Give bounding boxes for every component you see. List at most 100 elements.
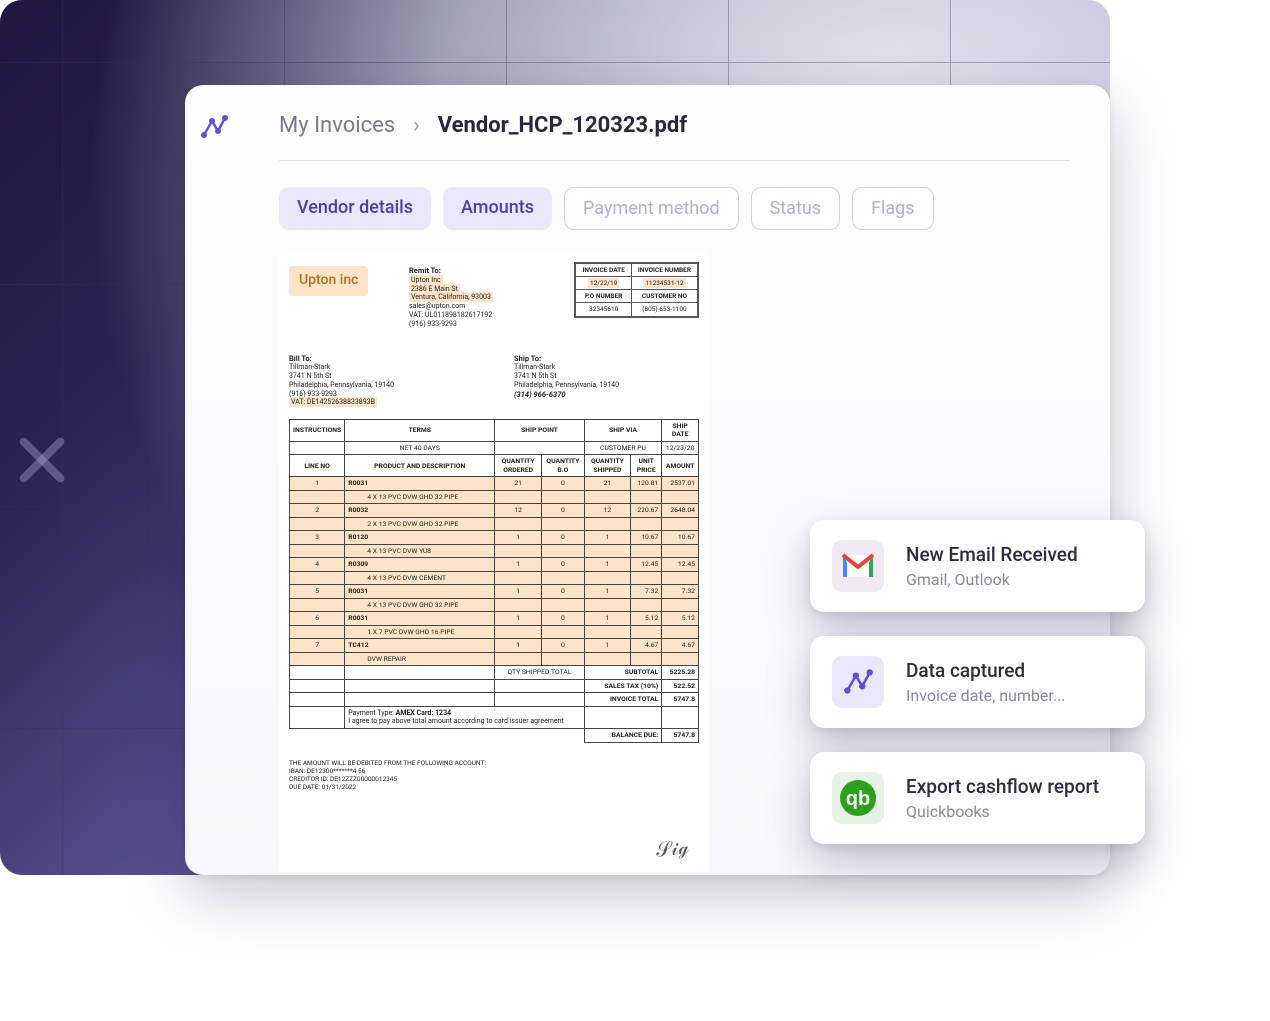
signature-icon: 𝒮𝒾ℊ [655, 835, 690, 863]
th-terms: TERMS [345, 420, 495, 442]
breadcrumb-current: Vendor_HCP_120323.pdf [438, 113, 687, 138]
foot-l4: DUE DATE: 01/31/2022 [289, 783, 356, 791]
th-qbo: QUANTITY B.O [542, 455, 585, 477]
ship-label: Ship To: [514, 354, 541, 363]
table-row: 7TC4121014.674.67 [290, 639, 699, 652]
th-qship: QUANTITY SHIPPED [584, 455, 630, 477]
ship-phone: (314) 966-6370 [514, 390, 566, 399]
card-data-captured[interactable]: Data captured Invoice date, number... [810, 636, 1145, 728]
table-row-desc: 1 X 7 PVC DVW GHD 16 PIPE [290, 625, 699, 638]
gmail-icon [832, 540, 884, 592]
remit-email: sales@upton.com [409, 302, 465, 310]
tabs: Vendor details Amounts Payment method St… [279, 187, 1070, 230]
lbl-po: P.O NUMBER [576, 290, 631, 303]
card-email-sub: Gmail, Outlook [906, 570, 1078, 589]
qty-ship-total-lbl: QTY SHIPPED TOTAL [495, 666, 584, 679]
bill-label: Bill To: [289, 354, 312, 363]
tax-lbl: SALES TAX (10%) [604, 682, 658, 690]
breadcrumb-root[interactable]: My Invoices [279, 113, 395, 138]
payment-agree: I agree to pay above total amount accord… [348, 717, 564, 725]
ship-to-block: Ship To: Tillman-Stark 3741 N 5th St Phi… [514, 354, 619, 408]
val-shipdate: 12/23/20 [662, 441, 699, 454]
network-icon [832, 656, 884, 708]
val-shipvia: CUSTOMER PU [584, 441, 662, 454]
card-export-sub: Quickbooks [906, 802, 1099, 821]
table-row: 6R00311015.125.12 [290, 612, 699, 625]
th-qord: QUANTITY ORDERED [495, 455, 542, 477]
table-row-desc: 4 X 13 PVC DVW GHD 32 PIPE [290, 490, 699, 503]
table-row-desc: 4 X 13 PVC DVW CEMENT [290, 571, 699, 584]
card-email[interactable]: New Email Received Gmail, Outlook [810, 520, 1145, 612]
lbl-customer: CUSTOMER NO [631, 290, 697, 303]
subtotal-lbl: SUBTOTAL [625, 668, 659, 676]
val-invoice-no: 11234531-12 [643, 278, 685, 288]
svg-text:qb: qb [846, 788, 870, 810]
card-data-title: Data captured [906, 659, 1066, 682]
bill-addr2: Philadelphia, Pennsylvania, 19140 [289, 381, 394, 389]
table-row-desc: DVW REPAIR [290, 652, 699, 665]
table-row-desc: 4 X 13 PVC DVW GHD 32 PIPE [290, 598, 699, 611]
breadcrumb: My Invoices › Vendor_HCP_120323.pdf [279, 113, 1070, 161]
remit-addr2: Ventura, California, 93003 [409, 292, 493, 302]
ship-name: Tillman-Stark [514, 363, 555, 371]
foot-l3: CREDITOR ID: DE12ZZZ00000012345 [289, 775, 397, 783]
val-terms: NET 40 DAYS [345, 441, 495, 454]
ship-addr1: 3741 N 5th St [514, 372, 556, 380]
table-row: 3R012010110.6710.67 [290, 531, 699, 544]
tab-flags[interactable]: Flags [852, 187, 934, 230]
card-export-title: Export cashflow report [906, 775, 1099, 798]
val-invoice-date: 12/22/19 [588, 278, 619, 288]
tab-vendor-details[interactable]: Vendor details [279, 187, 431, 230]
remit-vat: VAT: UL011898182617192 [409, 311, 492, 319]
bill-addr1: 3741 N 5th St [289, 372, 331, 380]
invoice-header-box: INVOICE DATEINVOICE NUMBER 12/22/19 11234… [574, 262, 699, 318]
invoice-footer: THE AMOUNT WILL BE DEBITED FROM THE FOLL… [289, 759, 699, 792]
remit-label: Remit To: [409, 266, 441, 275]
quickbooks-icon: qb [832, 772, 884, 824]
bill-name: Tillman-Stark [289, 363, 330, 371]
ship-addr2: Philadelphia, Pennsylvania, 19140 [514, 381, 619, 389]
tax-val: 522.52 [674, 682, 695, 690]
th-amount: AMOUNT [662, 455, 699, 477]
foot-l1: THE AMOUNT WILL BE DEBITED FROM THE FOLL… [289, 759, 486, 767]
bill-vat: VAT: DE14252638833893B [289, 397, 377, 407]
foot-l2: IBAN: DE12300*******4 56 [289, 767, 365, 775]
val-po: 32345610 [576, 303, 631, 316]
sidebar [185, 85, 243, 875]
bill-to-block: Bill To: Tillman-Stark 3741 N 5th St Phi… [289, 354, 394, 408]
th-shipdate: SHIP DATE [662, 420, 699, 442]
chevron-right-icon: › [413, 113, 420, 138]
th-shippoint: SHIP POINT [495, 420, 584, 442]
balance-val: 5747.8 [674, 731, 695, 739]
balance-lbl: BALANCE DUE: [612, 731, 659, 739]
lbl-invoice-no: INVOICE NUMBER [631, 264, 697, 277]
th-desc: PRODUCT AND DESCRIPTION [345, 455, 495, 477]
tab-payment-method[interactable]: Payment method [564, 187, 739, 230]
line-items-table: INSTRUCTIONS TERMS SHIP POINT SHIP VIA S… [289, 419, 699, 743]
table-row-desc: 2 X 13 PVC DVW GHD 32 PIPE [290, 517, 699, 530]
tab-amounts[interactable]: Amounts [443, 187, 552, 230]
table-row: 5R00311017.327.32 [290, 585, 699, 598]
card-email-title: New Email Received [906, 543, 1078, 566]
invtotal-val: 5747.8 [674, 695, 695, 703]
tab-status[interactable]: Status [751, 187, 840, 230]
table-row: 4R030910112.4512.45 [290, 558, 699, 571]
payment-type: Payment Type: AMEX Card: 1234 [348, 709, 451, 717]
table-row: 1R003121021120.812537.01 [290, 477, 699, 490]
th-shipvia: SHIP VIA [584, 420, 662, 442]
card-export[interactable]: qb Export cashflow report Quickbooks [810, 752, 1145, 844]
invoice-document: Upton inc Remit To: Upton Inc 2386 E Mai… [279, 252, 709, 872]
th-uprice: UNIT PRICE [631, 455, 662, 477]
th-lineno: LINE NO [290, 455, 345, 477]
table-row: 2R003212012220.672648.04 [290, 504, 699, 517]
remit-phone: (916) 933-9293 [409, 320, 457, 328]
th-instructions: INSTRUCTIONS [290, 420, 345, 442]
sparkle-icon [12, 430, 72, 490]
lbl-invoice-date: INVOICE DATE [576, 264, 631, 277]
remit-to-block: Remit To: Upton Inc 2386 E Main St Ventu… [409, 266, 493, 328]
card-data-sub: Invoice date, number... [906, 686, 1066, 705]
vendor-name: Upton inc [289, 266, 368, 296]
val-customer: (805) 653-1100 [631, 303, 697, 316]
subtotal-val: 5225.28 [670, 668, 695, 676]
app-logo-icon [198, 111, 230, 143]
